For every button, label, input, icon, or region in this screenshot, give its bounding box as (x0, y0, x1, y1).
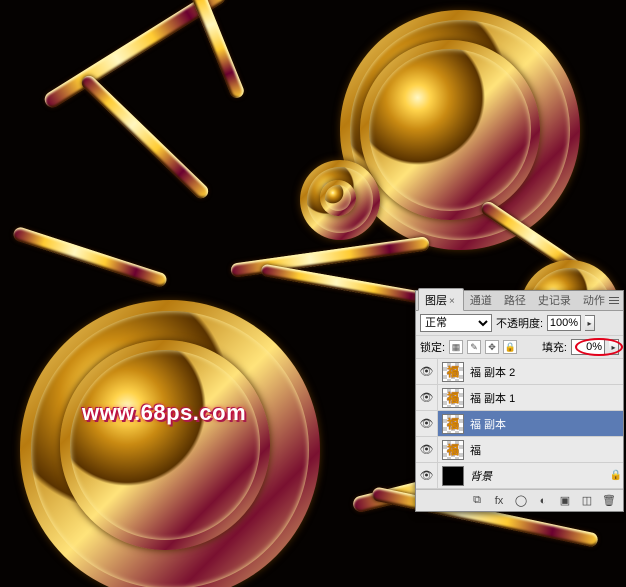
fill-chevron-icon[interactable]: ▸ (609, 339, 619, 355)
layer-row[interactable]: 👁 福 福 (416, 437, 623, 463)
tab-paths[interactable]: 路径 (498, 289, 532, 310)
panel-menu-icon[interactable] (607, 293, 621, 307)
fill-input[interactable] (571, 339, 605, 355)
new-group-icon[interactable]: ▣ (555, 493, 575, 509)
layer-thumbnail[interactable]: 福 (442, 388, 464, 408)
layer-name[interactable]: 福 副本 2 (468, 364, 623, 380)
layer-name[interactable]: 福 副本 1 (468, 390, 623, 406)
lock-transparency-icon[interactable]: ▦ (449, 340, 463, 354)
layer-thumbnail[interactable] (442, 466, 464, 486)
visibility-toggle[interactable]: 👁 (416, 463, 438, 488)
visibility-toggle[interactable]: 👁 (416, 411, 438, 436)
blend-opacity-row: 正常 不透明度: ▸ (416, 311, 623, 336)
layer-row[interactable]: 👁 福 福 副本 2 (416, 359, 623, 385)
lock-pixels-icon[interactable]: ✎ (467, 340, 481, 354)
opacity-label: 不透明度: (496, 315, 543, 331)
layers-panel: 图层× 通道 路径 史记录 动作 正常 不透明度: ▸ 锁定: ▦ ✎ ✥ 🔒 … (415, 290, 624, 512)
close-icon[interactable]: × (447, 296, 457, 307)
add-mask-icon[interactable]: ◯ (511, 493, 531, 509)
layer-thumbnail[interactable]: 福 (442, 414, 464, 434)
layer-row[interactable]: 👁 福 福 副本 (416, 411, 623, 437)
layer-row[interactable]: 👁 背景 🔒 (416, 463, 623, 489)
visibility-toggle[interactable]: 👁 (416, 359, 438, 384)
layer-name[interactable]: 背景 (468, 468, 609, 484)
layer-fx-icon[interactable]: fx (489, 493, 509, 509)
opacity-input[interactable] (547, 315, 581, 331)
layer-thumbnail[interactable]: 福 (442, 362, 464, 382)
lock-position-icon[interactable]: ✥ (485, 340, 499, 354)
delete-layer-icon[interactable]: 🗑 (599, 493, 619, 509)
tab-layers[interactable]: 图层× (418, 288, 464, 311)
link-layers-icon[interactable]: ⧉ (467, 493, 487, 509)
blend-mode-select[interactable]: 正常 (420, 314, 492, 332)
visibility-toggle[interactable]: 👁 (416, 385, 438, 410)
opacity-chevron-icon[interactable]: ▸ (585, 315, 595, 331)
watermark-text: www.68ps.com (82, 400, 246, 426)
layers-list: 👁 福 福 副本 2 👁 福 福 副本 1 👁 福 福 副本 👁 福 福 👁 背… (416, 359, 623, 489)
panel-bottom-bar: ⧉ fx ◯ ◐ ▣ ◫ 🗑 (416, 489, 623, 511)
lock-badge-icon: 🔒 (609, 470, 623, 481)
tab-layers-label: 图层 (425, 295, 447, 307)
tab-channels[interactable]: 通道 (464, 289, 498, 310)
layer-name[interactable]: 福 (468, 442, 623, 458)
adjustment-layer-icon[interactable]: ◐ (533, 493, 553, 509)
panel-tabbar: 图层× 通道 路径 史记录 动作 (416, 291, 623, 311)
layer-thumbnail[interactable]: 福 (442, 440, 464, 460)
lock-label: 锁定: (420, 339, 445, 355)
visibility-toggle[interactable]: 👁 (416, 437, 438, 462)
tab-history[interactable]: 史记录 (532, 289, 577, 310)
tab-actions[interactable]: 动作 (577, 289, 611, 310)
layer-row[interactable]: 👁 福 福 副本 1 (416, 385, 623, 411)
new-layer-icon[interactable]: ◫ (577, 493, 597, 509)
lock-all-icon[interactable]: 🔒 (503, 340, 517, 354)
lock-fill-row: 锁定: ▦ ✎ ✥ 🔒 填充: ▸ (416, 336, 623, 359)
fill-label: 填充: (542, 339, 567, 355)
layer-name[interactable]: 福 副本 (468, 416, 623, 432)
